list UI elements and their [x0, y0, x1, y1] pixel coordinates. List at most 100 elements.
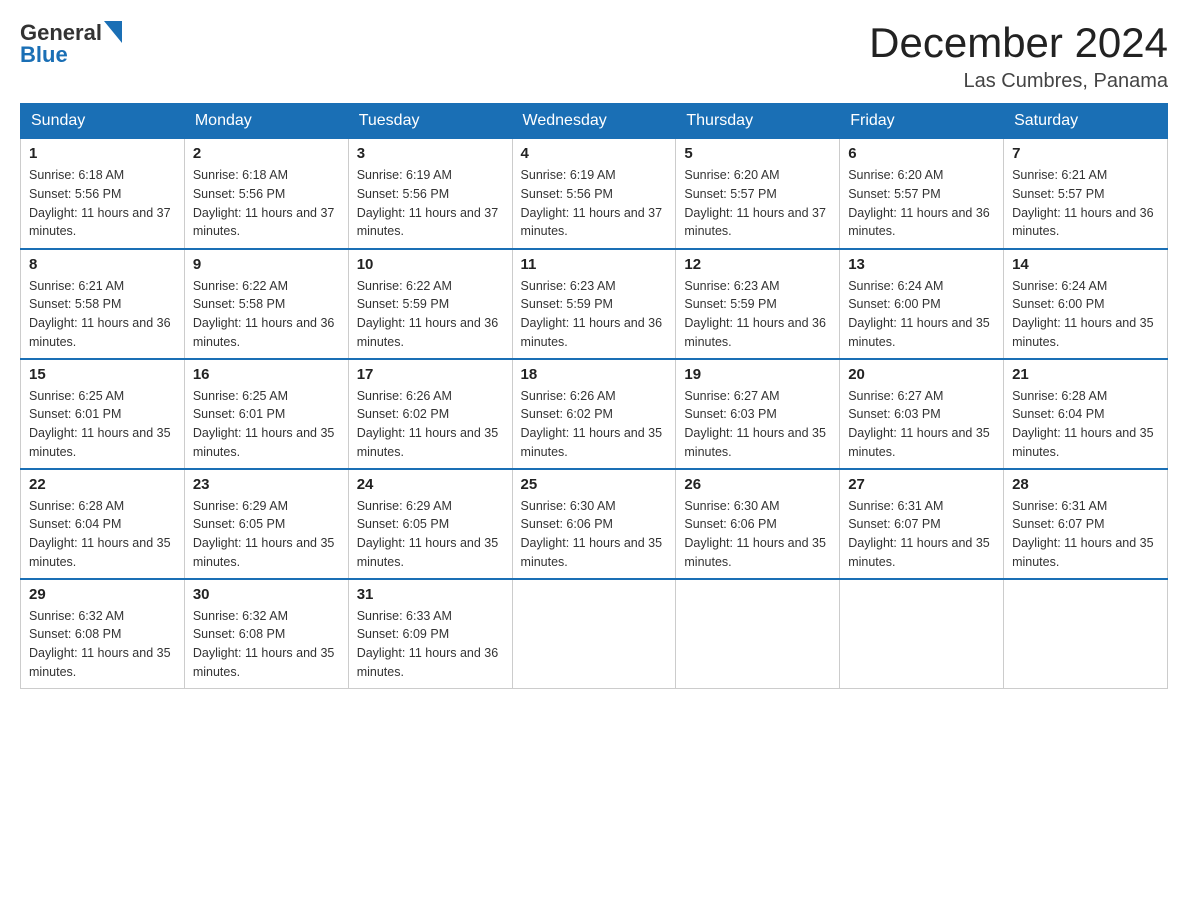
calendar-table: SundayMondayTuesdayWednesdayThursdayFrid…	[20, 103, 1168, 689]
day-info: Sunrise: 6:31 AMSunset: 6:07 PMDaylight:…	[1012, 497, 1159, 572]
calendar-cell: 21Sunrise: 6:28 AMSunset: 6:04 PMDayligh…	[1004, 359, 1168, 469]
day-number: 30	[193, 586, 340, 603]
day-number: 9	[193, 256, 340, 273]
day-number: 17	[357, 366, 504, 383]
calendar-cell: 24 Sunrise: 6:29 AMSunset: 6:05 PMDayligh…	[348, 469, 512, 579]
logo-blue-text: Blue	[20, 42, 122, 68]
calendar-week-row: 22 Sunrise: 6:28 AMSunset: 6:04 PMDayligh…	[21, 469, 1168, 579]
title-section: December 2024 Las Cumbres, Panama	[869, 20, 1168, 93]
day-number: 22	[29, 476, 176, 493]
calendar-cell: 16 Sunrise: 6:25 AMSunset: 6:01 PMDayligh…	[184, 359, 348, 469]
calendar-week-row: 8Sunrise: 6:21 AMSunset: 5:58 PMDaylight…	[21, 249, 1168, 359]
day-number: 16	[193, 366, 340, 383]
calendar-cell: 12Sunrise: 6:23 AMSunset: 5:59 PMDayligh…	[676, 249, 840, 359]
day-info: Sunrise: 6:31 AMSunset: 6:07 PMDaylight:…	[848, 497, 995, 572]
day-number: 19	[684, 366, 831, 383]
weekday-header-row: SundayMondayTuesdayWednesdayThursdayFrid…	[21, 104, 1168, 139]
calendar-cell: 31Sunrise: 6:33 AMSunset: 6:09 PMDayligh…	[348, 579, 512, 689]
day-number: 5	[684, 145, 831, 162]
weekday-header-friday: Friday	[840, 104, 1004, 139]
weekday-header-wednesday: Wednesday	[512, 104, 676, 139]
calendar-cell: 13Sunrise: 6:24 AMSunset: 6:00 PMDayligh…	[840, 249, 1004, 359]
calendar-cell: 23 Sunrise: 6:29 AMSunset: 6:05 PMDayligh…	[184, 469, 348, 579]
day-number: 10	[357, 256, 504, 273]
day-number: 26	[684, 476, 831, 493]
day-number: 29	[29, 586, 176, 603]
calendar-cell: 22 Sunrise: 6:28 AMSunset: 6:04 PMDayligh…	[21, 469, 185, 579]
day-number: 31	[357, 586, 504, 603]
calendar-cell: 19 Sunrise: 6:27 AMSunset: 6:03 PMDayligh…	[676, 359, 840, 469]
day-info: Sunrise: 6:32 AMSunset: 6:08 PMDaylight:…	[193, 607, 340, 682]
location-subtitle: Las Cumbres, Panama	[869, 70, 1168, 93]
day-number: 25	[521, 476, 668, 493]
day-info: Sunrise: 6:26 AMSunset: 6:02 PMDaylight:…	[357, 387, 504, 462]
calendar-cell: 18 Sunrise: 6:26 AMSunset: 6:02 PMDayligh…	[512, 359, 676, 469]
day-number: 8	[29, 256, 176, 273]
logo-triangle-icon	[104, 21, 122, 43]
calendar-cell: 6 Sunrise: 6:20 AMSunset: 5:57 PMDaylight…	[840, 139, 1004, 249]
day-number: 18	[521, 366, 668, 383]
day-number: 4	[521, 145, 668, 162]
weekday-header-monday: Monday	[184, 104, 348, 139]
calendar-cell: 10Sunrise: 6:22 AMSunset: 5:59 PMDayligh…	[348, 249, 512, 359]
calendar-cell	[676, 579, 840, 689]
calendar-cell	[512, 579, 676, 689]
calendar-cell: 27Sunrise: 6:31 AMSunset: 6:07 PMDayligh…	[840, 469, 1004, 579]
calendar-cell: 1 Sunrise: 6:18 AMSunset: 5:56 PMDaylight…	[21, 139, 185, 249]
day-number: 15	[29, 366, 176, 383]
weekday-header-saturday: Saturday	[1004, 104, 1168, 139]
day-info: Sunrise: 6:20 AMSunset: 5:57 PMDaylight:…	[684, 166, 831, 241]
day-number: 28	[1012, 476, 1159, 493]
day-info: Sunrise: 6:24 AMSunset: 6:00 PMDaylight:…	[1012, 277, 1159, 352]
weekday-header-sunday: Sunday	[21, 104, 185, 139]
weekday-header-thursday: Thursday	[676, 104, 840, 139]
day-info: Sunrise: 6:25 AMSunset: 6:01 PMDaylight:…	[193, 387, 340, 462]
day-info: Sunrise: 6:22 AMSunset: 5:58 PMDaylight:…	[193, 277, 340, 352]
day-number: 23	[193, 476, 340, 493]
day-info: Sunrise: 6:28 AMSunset: 6:04 PMDaylight:…	[29, 497, 176, 572]
day-info: Sunrise: 6:32 AMSunset: 6:08 PMDaylight:…	[29, 607, 176, 682]
day-info: Sunrise: 6:29 AMSunset: 6:05 PMDaylight:…	[193, 497, 340, 572]
calendar-cell: 17 Sunrise: 6:26 AMSunset: 6:02 PMDayligh…	[348, 359, 512, 469]
day-number: 13	[848, 256, 995, 273]
calendar-cell: 8Sunrise: 6:21 AMSunset: 5:58 PMDaylight…	[21, 249, 185, 359]
day-number: 21	[1012, 366, 1159, 383]
day-number: 12	[684, 256, 831, 273]
calendar-cell: 9 Sunrise: 6:22 AMSunset: 5:58 PMDaylight…	[184, 249, 348, 359]
weekday-header-tuesday: Tuesday	[348, 104, 512, 139]
day-info: Sunrise: 6:30 AMSunset: 6:06 PMDaylight:…	[684, 497, 831, 572]
month-year-title: December 2024	[869, 20, 1168, 66]
day-info: Sunrise: 6:25 AMSunset: 6:01 PMDaylight:…	[29, 387, 176, 462]
day-info: Sunrise: 6:27 AMSunset: 6:03 PMDaylight:…	[848, 387, 995, 462]
calendar-cell: 26 Sunrise: 6:30 AMSunset: 6:06 PMDayligh…	[676, 469, 840, 579]
calendar-cell: 15 Sunrise: 6:25 AMSunset: 6:01 PMDayligh…	[21, 359, 185, 469]
calendar-cell	[1004, 579, 1168, 689]
calendar-week-row: 1 Sunrise: 6:18 AMSunset: 5:56 PMDaylight…	[21, 139, 1168, 249]
day-number: 14	[1012, 256, 1159, 273]
calendar-cell: 7Sunrise: 6:21 AMSunset: 5:57 PMDaylight…	[1004, 139, 1168, 249]
day-info: Sunrise: 6:18 AMSunset: 5:56 PMDaylight:…	[193, 166, 340, 241]
day-number: 20	[848, 366, 995, 383]
day-info: Sunrise: 6:29 AMSunset: 6:05 PMDaylight:…	[357, 497, 504, 572]
calendar-cell: 2 Sunrise: 6:18 AMSunset: 5:56 PMDaylight…	[184, 139, 348, 249]
day-info: Sunrise: 6:20 AMSunset: 5:57 PMDaylight:…	[848, 166, 995, 241]
day-number: 1	[29, 145, 176, 162]
day-number: 3	[357, 145, 504, 162]
day-number: 11	[521, 256, 668, 273]
day-number: 6	[848, 145, 995, 162]
calendar-cell: 11Sunrise: 6:23 AMSunset: 5:59 PMDayligh…	[512, 249, 676, 359]
day-info: Sunrise: 6:18 AMSunset: 5:56 PMDaylight:…	[29, 166, 176, 241]
day-info: Sunrise: 6:26 AMSunset: 6:02 PMDaylight:…	[521, 387, 668, 462]
calendar-cell: 25Sunrise: 6:30 AMSunset: 6:06 PMDayligh…	[512, 469, 676, 579]
day-number: 2	[193, 145, 340, 162]
calendar-week-row: 29 Sunrise: 6:32 AMSunset: 6:08 PMDayligh…	[21, 579, 1168, 689]
calendar-cell: 20 Sunrise: 6:27 AMSunset: 6:03 PMDayligh…	[840, 359, 1004, 469]
day-info: Sunrise: 6:27 AMSunset: 6:03 PMDaylight:…	[684, 387, 831, 462]
day-number: 24	[357, 476, 504, 493]
calendar-cell: 3Sunrise: 6:19 AMSunset: 5:56 PMDaylight…	[348, 139, 512, 249]
calendar-cell: 30 Sunrise: 6:32 AMSunset: 6:08 PMDayligh…	[184, 579, 348, 689]
logo: General Blue	[20, 20, 122, 68]
calendar-cell	[840, 579, 1004, 689]
day-info: Sunrise: 6:19 AMSunset: 5:56 PMDaylight:…	[521, 166, 668, 241]
calendar-week-row: 15 Sunrise: 6:25 AMSunset: 6:01 PMDayligh…	[21, 359, 1168, 469]
